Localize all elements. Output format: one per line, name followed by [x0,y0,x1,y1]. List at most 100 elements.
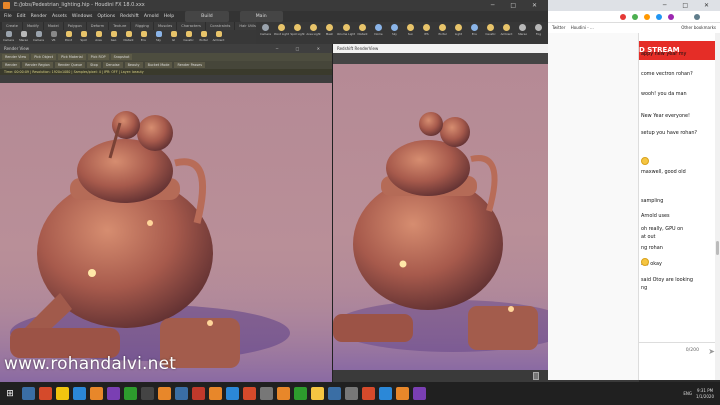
menu-item[interactable]: File [4,11,12,22]
shelf-tool-icon[interactable] [125,31,132,37]
chat-scroll-thumb[interactable] [716,241,719,255]
menu-item[interactable]: Arnold [144,11,159,22]
render-toolbar2-button[interactable]: Render Region [22,62,53,68]
render-toolbar2-button[interactable]: Denoise [102,62,123,68]
taskbar-app-icon[interactable] [345,387,358,400]
shelf-tool[interactable]: Portal [435,24,450,36]
shelf-tool-label[interactable]: Distant [123,38,133,42]
shelf-tool[interactable]: VR [47,31,60,42]
chat-message[interactable]: maxwell, good old [641,169,686,175]
shelf-tool[interactable]: Light [451,24,466,36]
shelf-tool-label[interactable]: Spot Light [290,32,304,36]
shelf-tool[interactable]: Dome [371,24,386,36]
shelf-tool[interactable]: Sky [387,24,402,36]
shelf-tool-label[interactable]: Caustic [485,32,495,36]
bookmark-other[interactable]: Other bookmarks [681,23,716,33]
shelf-tool-label[interactable]: Area [95,38,101,42]
shelf-tab[interactable]: Polygon [63,22,86,30]
shelf-tool-icon[interactable] [155,31,162,37]
emoji-icon[interactable] [641,258,649,266]
shelf-tool-icon[interactable] [391,24,398,31]
shelf-tool-icon[interactable] [200,31,207,37]
extension-icon[interactable] [632,14,638,20]
menu-item[interactable]: Render [31,11,47,22]
shelf-tool-icon[interactable] [503,24,510,31]
render-toolbar2-button[interactable]: Stop [87,62,101,68]
shelf-tool-label[interactable]: Area Light [306,32,320,36]
shelf-tool-icon[interactable] [407,24,414,31]
shelf-tool-label[interactable]: Ambient [501,32,513,36]
render-toolbar2-button[interactable]: Render Passes [174,62,205,68]
shelf-tool-label[interactable]: Spot [80,38,86,42]
taskbar-app-icon[interactable] [175,387,188,400]
shelf-tool[interactable]: Fog [531,24,546,36]
scrubber-handle[interactable] [533,372,539,380]
extension-icon[interactable] [656,14,662,20]
shelf-tool[interactable]: Stereo [17,31,30,42]
shelf-tool-icon[interactable] [20,31,27,37]
shelf-tool-icon[interactable] [439,24,446,31]
shelf-tool-label[interactable]: Mesh [326,32,333,36]
shelf-tool-label[interactable]: Sky [156,38,161,42]
chat-message[interactable]: setup you have rohan? [641,130,697,136]
shelf-tool-label[interactable]: Light [455,32,462,36]
shelf-tool-icon[interactable] [310,24,317,31]
shelf-tool[interactable]: Sky [152,31,165,42]
send-icon[interactable]: ➤ [708,347,715,356]
shelf-tool[interactable]: Spot Light [290,24,305,36]
shelf-tool[interactable]: Area Light [306,24,321,36]
taskbar-app-icon[interactable] [362,387,375,400]
chat-message[interactable]: wooh! you da man [641,91,687,97]
shelf-tool[interactable]: Env [137,31,150,42]
render-toolbar2-button[interactable]: Beauty [124,62,143,68]
taskbar-app-icon[interactable] [192,387,205,400]
chat-message[interactable]: New Year everyone! [641,113,690,119]
taskbar-app-icon[interactable] [141,387,154,400]
shelf-tool-icon[interactable] [342,24,350,31]
render-toolbar2-button[interactable]: Render Queue [54,62,86,68]
taskbar-app-icon[interactable] [413,387,426,400]
shelf-tool[interactable]: Sun [403,24,418,36]
shelf-tab[interactable]: Deform [86,22,109,30]
menu-item[interactable]: Help [164,11,174,22]
shelf-tab[interactable]: Create [2,22,22,30]
shelf-tool[interactable]: Env [467,24,482,36]
render-toolbar2-button[interactable]: Bucket Mode [144,62,173,68]
taskbar-app-icon[interactable] [107,387,120,400]
shelf-tool-label[interactable]: Dome [374,32,382,36]
clock[interactable]: 9:31 PM 1/1/2020 [696,388,714,400]
shelf-tool-icon[interactable] [535,24,542,31]
shelf-tool-label[interactable]: Fog [536,32,541,36]
shelf-tool-icon[interactable] [278,24,285,31]
bookmark-twitter[interactable]: Twitter [552,25,565,30]
extension-icon[interactable] [644,14,650,20]
shelf-tool-label[interactable]: Camera [3,38,14,42]
chrome-window-controls[interactable]: ─ □ ✕ [663,0,716,11]
shelf-tool-icon[interactable] [65,31,72,37]
render-image-left[interactable]: www.rohandalvi.net [0,83,332,382]
shelf-tool-icon[interactable] [35,31,42,37]
taskbar-app-icon[interactable] [90,387,103,400]
shelf-tool[interactable]: Distant [122,31,135,42]
shelf-tool-icon[interactable] [326,24,333,31]
shelf-tool[interactable]: Ambient [499,24,514,36]
avatar[interactable] [694,14,700,20]
taskbar-app-icon[interactable] [124,387,137,400]
taskbar-app-icon[interactable] [311,387,324,400]
shelf-tool[interactable]: Area [92,31,105,42]
shelf-tab[interactable]: Modify [22,22,43,30]
taskbar-app-icon[interactable] [158,387,171,400]
taskbar-app-icon[interactable] [209,387,222,400]
shelf-tool[interactable]: Caustic [182,31,195,42]
taskbar-app-icon[interactable] [379,387,392,400]
shelf-tab[interactable]: Muscles [153,22,177,30]
shelf-tool-icon[interactable] [215,31,222,37]
shelf-tab[interactable]: Model [43,22,63,30]
taskbar-app-icon[interactable] [260,387,273,400]
shelf-tool-icon[interactable] [487,24,494,31]
shelf-tool-label[interactable]: VR [52,38,56,42]
shelf-tool-label[interactable]: Volume Light [337,32,355,36]
shelf-tool-icon[interactable] [80,31,87,37]
chat-scrollbar[interactable] [715,33,720,380]
shelf-tab[interactable]: Texture [109,22,131,30]
